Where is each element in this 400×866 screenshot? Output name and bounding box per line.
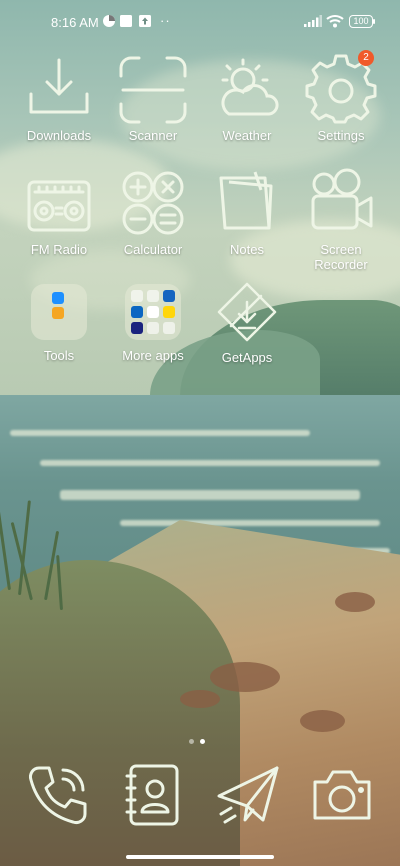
battery-icon: 100 xyxy=(349,15,373,28)
folder-icon xyxy=(125,284,181,340)
camera-icon[interactable] xyxy=(309,762,375,828)
messages-icon[interactable] xyxy=(215,762,281,828)
calculator-icon xyxy=(122,171,184,235)
folder-more-apps[interactable]: More apps xyxy=(103,276,203,363)
download-icon xyxy=(29,58,89,114)
app-label: More apps xyxy=(122,348,184,363)
phone-icon[interactable] xyxy=(25,762,91,828)
contacts-icon[interactable] xyxy=(121,762,187,828)
radio-icon xyxy=(27,180,91,232)
app-label: Screen Recorder xyxy=(314,242,368,272)
app-label: Downloads xyxy=(26,128,92,143)
page-dot-active[interactable] xyxy=(200,739,205,744)
getapps-icon xyxy=(217,282,277,342)
wifi-icon xyxy=(326,15,344,28)
app-screen-recorder[interactable]: Screen Recorder xyxy=(291,168,391,272)
more-notifications: ·· xyxy=(160,13,171,28)
clock: 8:16 AM xyxy=(51,15,99,30)
app-label: Weather xyxy=(222,128,272,143)
app-weather[interactable]: Weather xyxy=(197,54,297,143)
page-indicator[interactable] xyxy=(189,731,211,749)
theme-app-icon xyxy=(103,15,115,27)
app-label: FM Radio xyxy=(30,242,88,257)
notes-icon xyxy=(219,171,273,230)
weather-icon xyxy=(221,58,279,116)
settings-badge: 2 xyxy=(358,50,374,66)
home-indicator[interactable] xyxy=(126,855,274,859)
status-bar: 8:16 AM ·· 100 xyxy=(0,0,400,44)
app-calculator[interactable]: Calculator xyxy=(103,168,203,257)
app-fm-radio[interactable]: FM Radio xyxy=(9,168,109,257)
battery-level: 100 xyxy=(353,16,369,26)
app-label: Calculator xyxy=(123,242,183,257)
app-notes[interactable]: Notes xyxy=(197,168,297,257)
app-label: Scanner xyxy=(128,128,178,143)
app-label: GetApps xyxy=(221,350,273,365)
app-label: Tools xyxy=(43,348,75,363)
upload-icon xyxy=(139,15,151,27)
app-label: Notes xyxy=(230,242,264,257)
folder-icon xyxy=(31,284,87,340)
folder-tools[interactable]: Tools xyxy=(9,276,109,363)
app-settings[interactable]: 2 Settings xyxy=(291,50,391,143)
gallery-icon xyxy=(120,15,132,27)
app-downloads[interactable]: Downloads xyxy=(9,54,109,143)
app-scanner[interactable]: Scanner xyxy=(103,54,203,143)
app-getapps[interactable]: GetApps xyxy=(197,276,297,365)
app-label: Settings xyxy=(317,128,365,143)
video-camera-icon xyxy=(311,168,373,230)
signal-icon xyxy=(304,15,322,27)
page-dot[interactable] xyxy=(189,739,194,744)
scanner-icon xyxy=(119,56,187,124)
